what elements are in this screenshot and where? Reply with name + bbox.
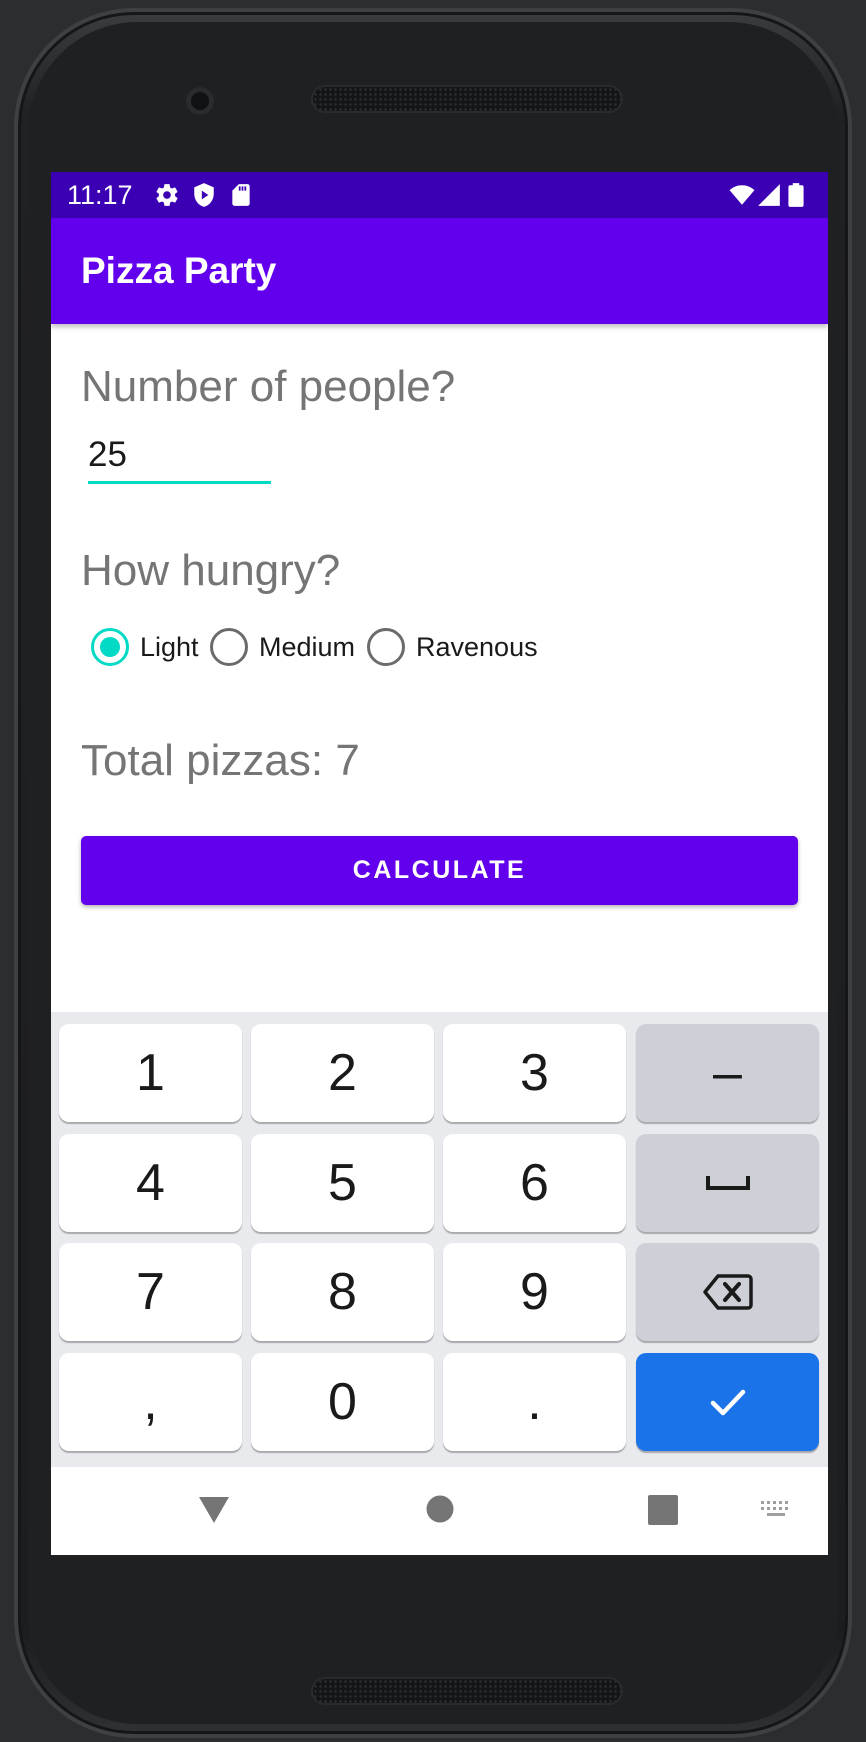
top-speaker [311, 85, 623, 113]
key-period[interactable]: . [443, 1353, 626, 1451]
key-space[interactable] [636, 1134, 819, 1232]
device-screen: 11:17 Pizza Party Number of people? How … [51, 172, 828, 1555]
wifi-icon [729, 182, 755, 208]
status-bar: 11:17 [51, 172, 828, 218]
shield-icon [191, 182, 217, 208]
key-1[interactable]: 1 [59, 1024, 242, 1122]
total-pizzas-text: Total pizzas: 7 [81, 736, 360, 785]
home-icon [426, 1495, 454, 1523]
front-camera [186, 87, 214, 115]
battery-icon [786, 182, 806, 208]
key-2[interactable]: 2 [251, 1024, 434, 1122]
key-7[interactable]: 7 [59, 1243, 242, 1341]
key-6[interactable]: 6 [443, 1134, 626, 1232]
space-icon [705, 1176, 750, 1190]
back-button[interactable] [198, 1495, 230, 1530]
key-5[interactable]: 5 [251, 1134, 434, 1232]
sd-card-icon [228, 182, 254, 208]
recents-button[interactable] [648, 1495, 678, 1530]
hunger-label: How hungry? [81, 546, 341, 595]
key-9[interactable]: 9 [443, 1243, 626, 1341]
radio-ravenous-circle[interactable] [367, 628, 405, 666]
check-icon [710, 1389, 745, 1416]
status-time: 11:17 [67, 180, 133, 210]
key-backspace[interactable] [636, 1243, 819, 1341]
radio-light-circle[interactable] [91, 628, 129, 666]
radio-medium-label[interactable]: Medium [259, 632, 355, 663]
key-3[interactable]: 3 [443, 1024, 626, 1122]
calculate-button[interactable]: CALCULATE [81, 836, 798, 905]
numeric-keyboard: 1 2 3 – 4 5 6 7 8 9 , 0 . [51, 1012, 828, 1467]
navigation-bar [51, 1467, 828, 1555]
key-8[interactable]: 8 [251, 1243, 434, 1341]
keyboard-switch-icon [761, 1501, 788, 1516]
keyboard-switch-button[interactable] [760, 1500, 792, 1525]
radio-light-label[interactable]: Light [140, 632, 199, 663]
key-done[interactable] [636, 1353, 819, 1451]
bottom-speaker [311, 1677, 623, 1705]
people-input[interactable] [88, 434, 271, 484]
key-4[interactable]: 4 [59, 1134, 242, 1232]
people-label: Number of people? [81, 362, 456, 411]
backspace-icon [702, 1274, 753, 1310]
key-comma[interactable]: , [59, 1353, 242, 1451]
radio-medium-circle[interactable] [210, 628, 248, 666]
key-0[interactable]: 0 [251, 1353, 434, 1451]
radio-ravenous-label[interactable]: Ravenous [416, 632, 538, 663]
home-button[interactable] [426, 1495, 454, 1528]
signal-icon [756, 182, 782, 208]
back-icon [199, 1497, 229, 1523]
key-minus[interactable]: – [636, 1024, 819, 1122]
recents-icon [648, 1495, 678, 1525]
app-title: Pizza Party [81, 250, 277, 291]
app-bar: Pizza Party [51, 218, 828, 324]
gear-icon [154, 182, 180, 208]
